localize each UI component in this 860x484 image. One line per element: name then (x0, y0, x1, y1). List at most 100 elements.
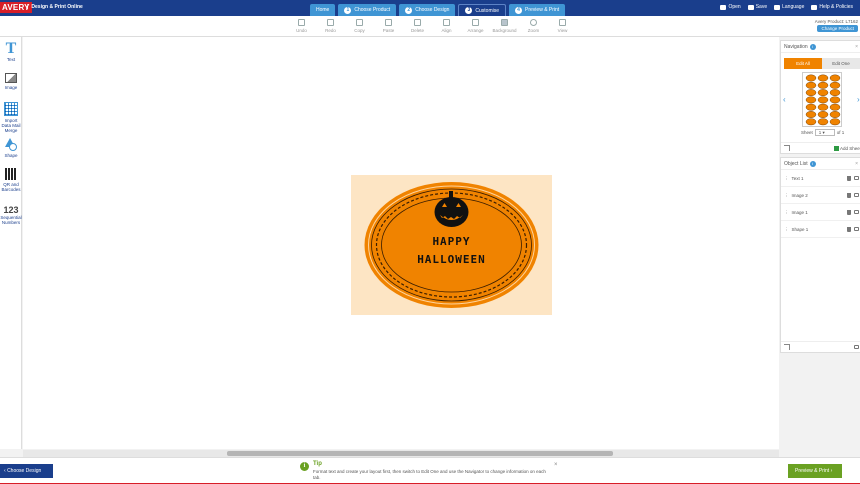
copy-button[interactable]: Copy (345, 19, 374, 33)
sidebar-item-shape[interactable]: Shape (0, 138, 22, 158)
horizontal-scrollbar[interactable] (23, 450, 779, 457)
redo-icon (327, 19, 334, 26)
prev-arrow-icon[interactable]: ‹ (783, 95, 786, 104)
trash-icon[interactable] (847, 176, 851, 181)
tab-choose-product[interactable]: 1 Choose Product (338, 4, 397, 16)
tab-preview-print[interactable]: 4 Preview & Print (509, 4, 566, 16)
sidebar-item-qr[interactable]: QR and Barcodes (0, 168, 22, 192)
tip-text: Format text and create your layout first… (313, 469, 546, 480)
object-item-text-1[interactable]: ⋮ Text 1 (781, 170, 860, 187)
lock-icon[interactable] (854, 176, 859, 180)
background-button[interactable]: Background (490, 19, 519, 33)
navigation-footer: Add Sheet (781, 142, 860, 153)
flag-icon (774, 4, 781, 10)
choose-design-button[interactable]: ‹ Choose Design (0, 464, 53, 478)
lock-all-icon[interactable] (854, 345, 859, 349)
label-design[interactable]: HAPPY HALLOWEEN (351, 175, 552, 315)
thumbnail-label (817, 89, 829, 96)
object-item-shape-1[interactable]: ⋮ Shape 1 (781, 221, 860, 238)
drag-handle-icon[interactable]: ⋮ (784, 210, 789, 215)
tab-label: Home (316, 7, 330, 13)
trash-icon[interactable] (847, 210, 851, 215)
tab-home[interactable]: Home (310, 4, 336, 16)
tab-customise[interactable]: 3 Customise (458, 4, 507, 16)
info-icon[interactable]: i (809, 160, 816, 167)
sheet-thumbnail[interactable] (802, 72, 842, 127)
label-text-halloween[interactable]: HALLOWEEN (417, 253, 486, 266)
sidebar-item-image[interactable]: Image (0, 73, 22, 90)
tool-label: Undo (296, 28, 307, 33)
undo-button[interactable]: Undo (287, 19, 316, 33)
arrange-icon (472, 19, 479, 26)
edit-mode-toggle: Edit All Edit One (784, 58, 860, 69)
arrange-button[interactable]: Arrange (461, 19, 490, 33)
lock-icon[interactable] (854, 227, 859, 231)
thumbnail-label (817, 118, 829, 126)
sheet-selector: Sheet 1 ▾ of 1 (801, 129, 844, 136)
next-arrow-icon[interactable]: › (857, 95, 860, 104)
bottom-bar: ‹ Choose Design i Tip Format text and cr… (0, 457, 860, 484)
expand-icon[interactable] (784, 344, 790, 350)
edit-all-button[interactable]: Edit All (784, 58, 822, 69)
object-item-image-1[interactable]: ⋮ Image 1 (781, 204, 860, 221)
preview-print-button[interactable]: Preview & Print › (788, 464, 842, 478)
object-name: Image 2 (791, 193, 808, 198)
sidebar-item-mail-merge[interactable]: Import Data Mail Merge (0, 102, 22, 133)
help-label: Help & Policies (819, 4, 853, 10)
thumbnail-label (829, 103, 841, 111)
language-link[interactable]: Language (774, 4, 804, 10)
info-icon[interactable]: i (809, 43, 816, 50)
thumbnail-label (829, 118, 841, 126)
delete-icon (414, 19, 421, 26)
sidebar-item-label: QR and Barcodes (1, 182, 21, 192)
paste-button[interactable]: Paste (374, 19, 403, 33)
save-link[interactable]: Save (747, 4, 768, 10)
top-header: AVERY Design & Print Online Home 1Choose… (0, 0, 860, 16)
edit-one-button[interactable]: Edit One (822, 58, 860, 69)
add-sheet-button[interactable]: Add Sheet (833, 143, 860, 154)
qr-code-icon (5, 168, 17, 180)
navigation-header: Navigation i × (781, 41, 860, 53)
expand-icon[interactable] (784, 145, 790, 151)
save-label: Save (755, 4, 768, 10)
drag-handle-icon[interactable]: ⋮ (784, 176, 789, 181)
lock-icon[interactable] (854, 193, 859, 197)
drag-handle-icon[interactable]: ⋮ (784, 227, 789, 232)
object-name: Shape 1 (791, 227, 809, 232)
open-link[interactable]: Open (720, 4, 741, 10)
thumbnail-label (817, 103, 829, 111)
view-button[interactable]: View (548, 19, 577, 33)
redo-button[interactable]: Redo (316, 19, 345, 33)
lock-icon[interactable] (854, 210, 859, 214)
sheet-dropdown[interactable]: 1 ▾ (814, 129, 835, 136)
trash-icon[interactable] (847, 193, 851, 198)
toolbar-tools: Undo Redo Copy Paste Delete Align Arrang… (287, 19, 577, 33)
tip-close-icon[interactable]: × (554, 462, 558, 468)
close-icon[interactable]: × (855, 158, 858, 170)
tool-label: Arrange (467, 28, 484, 33)
help-link[interactable]: Help & Policies (811, 4, 853, 10)
edit-toolbar: Undo Redo Copy Paste Delete Align Arrang… (0, 16, 860, 37)
delete-button[interactable]: Delete (403, 19, 432, 33)
tab-label: Choose Design (415, 7, 450, 13)
paste-icon (385, 19, 392, 26)
thumbnail-label (805, 74, 817, 82)
sidebar-item-label: Text (6, 57, 16, 62)
label-text-happy[interactable]: HAPPY (432, 235, 470, 248)
design-canvas[interactable]: HAPPY HALLOWEEN (23, 37, 779, 449)
sidebar-item-sequential[interactable]: 123 Sequential Numbers (0, 205, 22, 225)
object-item-image-2[interactable]: ⋮ Image 2 (781, 187, 860, 204)
sidebar-item-text[interactable]: T Text (0, 41, 22, 63)
tool-label: Zoom (527, 28, 540, 33)
trash-icon[interactable] (847, 227, 851, 232)
drag-handle-icon[interactable]: ⋮ (784, 193, 789, 198)
navigation-title: Navigation (784, 44, 808, 50)
change-product-button[interactable]: Change Product (817, 25, 858, 32)
tool-label: Delete (410, 28, 424, 33)
zoom-button[interactable]: Zoom (519, 19, 548, 33)
close-icon[interactable]: × (855, 41, 858, 53)
thumbnail-label (817, 74, 829, 82)
tab-choose-design[interactable]: 2 Choose Design (399, 4, 456, 16)
align-button[interactable]: Align (432, 19, 461, 33)
scrollbar-thumb[interactable] (227, 451, 613, 456)
